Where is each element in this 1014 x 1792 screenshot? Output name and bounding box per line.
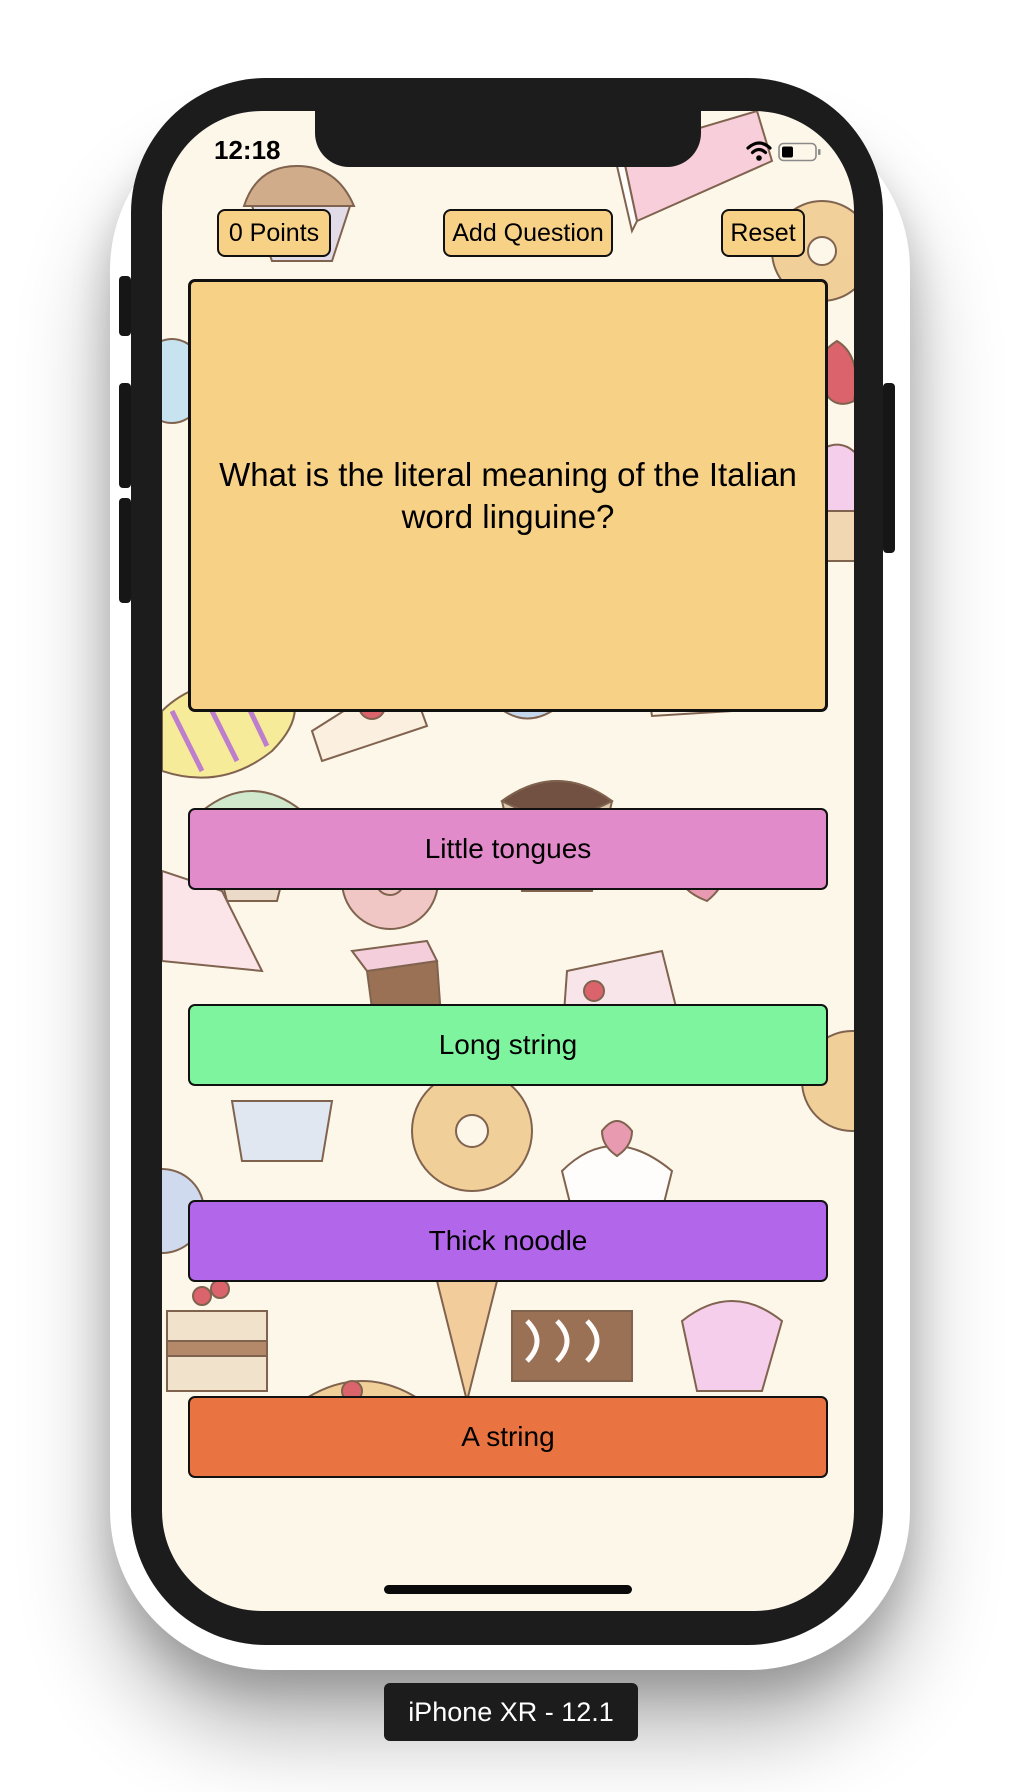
question-text: What is the literal meaning of the Itali… xyxy=(219,455,797,535)
device-label: iPhone XR - 12.1 xyxy=(384,1683,638,1741)
home-indicator[interactable] xyxy=(384,1585,632,1594)
answer-button-4[interactable]: A string xyxy=(188,1396,828,1478)
points-button[interactable]: 0 Points xyxy=(217,209,331,257)
add-question-button[interactable]: Add Question xyxy=(443,209,613,257)
silent-switch xyxy=(119,276,131,336)
volume-down-button xyxy=(119,498,131,603)
answer-button-2[interactable]: Long string xyxy=(188,1004,828,1086)
answer-button-3[interactable]: Thick noodle xyxy=(188,1200,828,1282)
app-screen: 12:18 0 Points Add Question Reset What i… xyxy=(162,111,854,1611)
status-icons xyxy=(746,141,821,162)
battery-icon xyxy=(778,142,821,162)
notch xyxy=(315,111,701,167)
answer-button-1[interactable]: Little tongues xyxy=(188,808,828,890)
reset-button[interactable]: Reset xyxy=(721,209,805,257)
status-time: 12:18 xyxy=(214,135,281,165)
question-card: What is the literal meaning of the Itali… xyxy=(188,279,828,712)
power-button xyxy=(883,383,895,553)
volume-up-button xyxy=(119,383,131,488)
wifi-icon xyxy=(746,141,772,161)
